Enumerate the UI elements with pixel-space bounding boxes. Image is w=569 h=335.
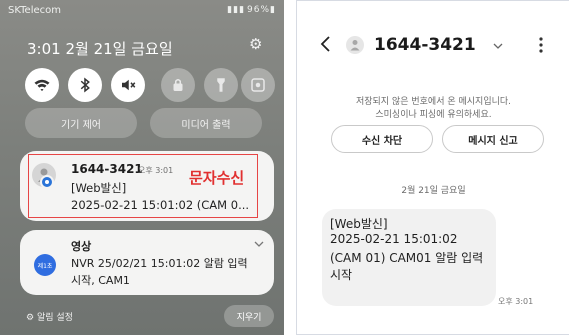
annotation-label: 문자수신 — [189, 169, 245, 187]
bluetooth-icon — [80, 77, 90, 93]
clock-date: 3:01 2월 21일 금요일 — [27, 38, 173, 59]
chevron-down-icon[interactable] — [254, 239, 264, 249]
message-bubble[interactable]: [Web발신] 2025-02-21 15:01:02 (CAM 01) CAM… — [322, 209, 496, 306]
status-icons: ▮▮▮ 96%▮ — [227, 5, 276, 15]
bluetooth-toggle[interactable] — [68, 68, 102, 102]
video-line-2: 시작, CAM1 — [71, 274, 130, 287]
date: 2월 21일 금요일 — [65, 40, 173, 58]
unsaved-number-warning: 저장되지 않은 번호에서 온 메시지입니다. — [355, 97, 512, 107]
video-app-icon: 제1초 — [34, 254, 56, 276]
block-number-button[interactable]: 수신 차단 — [331, 125, 433, 153]
flashlight-toggle[interactable] — [204, 68, 238, 102]
mute-toggle[interactable] — [111, 68, 145, 102]
wifi-toggle[interactable] — [25, 68, 59, 102]
media-output-button[interactable]: 미디어 출력 — [150, 108, 262, 138]
report-message-button[interactable]: 메시지 신고 — [442, 125, 544, 153]
person-icon — [350, 40, 360, 51]
back-arrow-icon[interactable] — [319, 35, 331, 53]
message-line: 2025-02-21 15:01:02 — [330, 232, 458, 246]
mute-icon — [122, 79, 136, 91]
notification-shade: SKTelecom ▮▮▮ 96%▮ 3:01 2월 21일 금요일 ⚙ 기기 제… — [0, 0, 284, 335]
quick-settings — [25, 68, 275, 104]
carrier-name: SKTelecom — [8, 5, 61, 16]
notification-settings-label: 알림 설정 — [36, 313, 73, 323]
more-options-icon[interactable] — [539, 37, 543, 53]
date-separator: 2월 21일 금요일 — [401, 186, 466, 196]
gear-icon[interactable]: ⚙ — [249, 37, 263, 52]
phishing-warning: 스미싱이나 피싱에 유의하세요. — [375, 110, 492, 120]
wifi-icon — [34, 79, 50, 91]
clear-button[interactable]: 지우기 — [224, 305, 274, 327]
screen-capture-icon — [251, 78, 265, 92]
message-time: 오후 3:01 — [498, 297, 534, 306]
notification-settings-button[interactable]: ⚙ 알림 설정 — [26, 310, 73, 323]
message-line: 시작 — [330, 268, 353, 282]
status-bar: SKTelecom ▮▮▮ 96%▮ — [0, 0, 284, 22]
battery-icon: ▮ — [270, 5, 276, 15]
message-screen: 1644-3421 저장되지 않은 번호에서 온 메시지입니다. 스미싱이나 피… — [296, 0, 569, 335]
lock-icon — [173, 79, 183, 91]
message-line: (CAM 01) CAM01 알람 입력 — [330, 251, 484, 265]
lock-toggle[interactable] — [161, 68, 195, 102]
video-line-1: NVR 25/02/21 15:01:02 알람 입력 — [71, 257, 248, 270]
screen-capture-toggle[interactable] — [241, 68, 275, 102]
battery-level: 96% — [247, 5, 271, 15]
message-line: [Web발신] — [330, 217, 388, 231]
video-app-name: 영상 — [71, 240, 92, 253]
flashlight-icon — [217, 78, 225, 92]
clock: 3:01 — [27, 40, 61, 58]
contact-avatar — [346, 36, 364, 54]
device-control-button[interactable]: 기기 제어 — [25, 108, 137, 138]
chevron-down-icon[interactable] — [493, 41, 503, 51]
gear-icon: ⚙ — [26, 313, 35, 323]
signal-icon: ▮▮▮ — [227, 5, 246, 15]
contact-number[interactable]: 1644-3421 — [374, 35, 476, 55]
video-notification[interactable]: 제1초 영상 NVR 25/02/21 15:01:02 알람 입력 시작, C… — [20, 230, 274, 295]
